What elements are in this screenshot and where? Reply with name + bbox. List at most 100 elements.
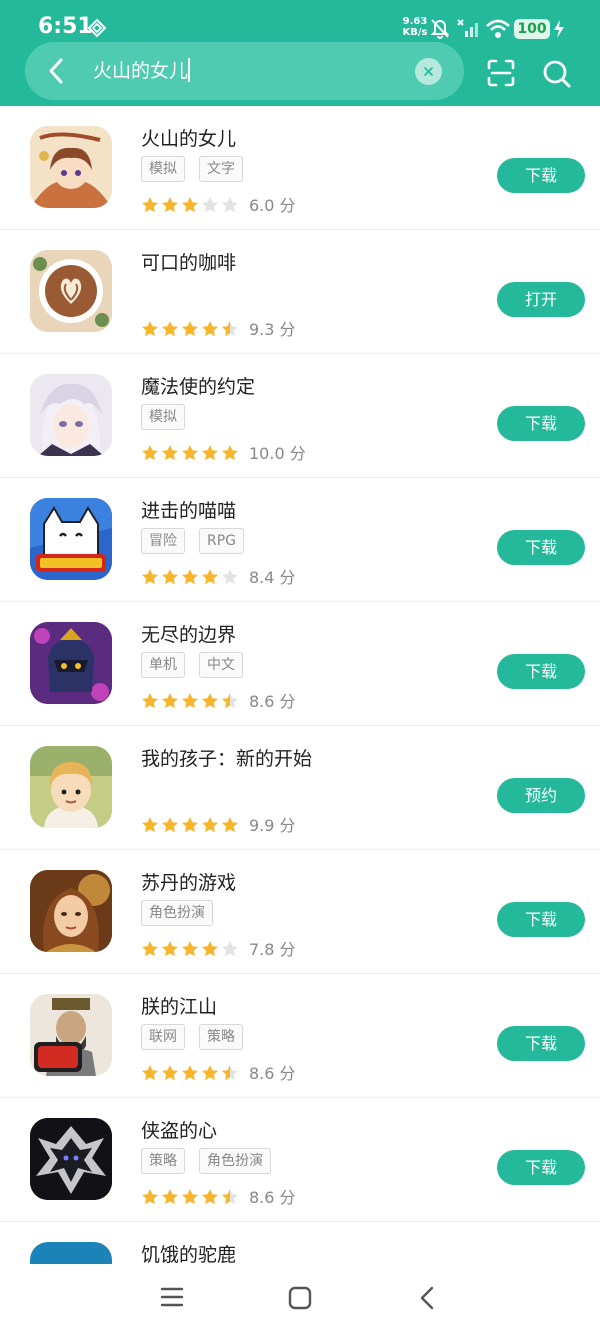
list-item[interactable]: 朕的江山 联网 策略 8.6 分 下载 — [0, 974, 600, 1098]
star-rating — [141, 938, 241, 958]
vpn-icon — [87, 18, 107, 38]
wifi-icon — [486, 19, 510, 38]
tag: 角色扮演 — [199, 1148, 271, 1174]
list-item[interactable]: 我的孩子：新的开始 9.9 分 预约 — [0, 726, 600, 850]
download-button[interactable]: 下载 — [497, 654, 585, 689]
list-item[interactable]: 侠盗的心 策略 角色扮演 8.6 分 下载 — [0, 1098, 600, 1222]
download-button[interactable]: 下载 — [497, 158, 585, 193]
list-item[interactable]: 无尽的边界 单机 中文 8.6 分 下载 — [0, 602, 600, 726]
tag: RPG — [199, 528, 245, 554]
download-button[interactable]: 下载 — [497, 1150, 585, 1185]
list-item[interactable]: 火山的女儿 模拟 文字 6.0 分 下载 — [0, 106, 600, 230]
net-speed-unit: KB/s — [402, 27, 428, 38]
tag-list: 冒险 RPG — [141, 528, 258, 554]
app-icon[interactable] — [30, 1118, 112, 1200]
app-icon[interactable] — [30, 622, 112, 704]
score: 7.8 分 — [249, 940, 296, 959]
star-icon — [182, 444, 198, 461]
list-item[interactable]: 饥饿的驼鹿 — [0, 1222, 600, 1264]
text-cursor — [188, 58, 190, 82]
app-name[interactable]: 朕的江山 — [141, 992, 217, 1019]
star-icon — [182, 1064, 198, 1081]
list-item[interactable]: 苏丹的游戏 角色扮演 7.8 分 下载 — [0, 850, 600, 974]
tag-list: 角色扮演 — [141, 900, 227, 926]
search-bar[interactable] — [25, 42, 464, 100]
star-icon — [222, 444, 238, 461]
app-name[interactable]: 苏丹的游戏 — [141, 868, 236, 895]
star-rating — [141, 1062, 241, 1082]
star-icon — [202, 1064, 218, 1081]
rating: 9.9 分 — [141, 812, 296, 835]
scan-icon[interactable] — [486, 58, 516, 88]
app-name[interactable]: 进击的喵喵 — [141, 496, 236, 523]
tag: 模拟 — [141, 156, 185, 182]
app-name[interactable]: 火山的女儿 — [141, 124, 236, 151]
star-icon — [222, 1188, 238, 1205]
tag-list: 单机 中文 — [141, 652, 257, 678]
home-icon[interactable] — [288, 1286, 312, 1310]
reserve-button[interactable]: 预约 — [497, 778, 585, 813]
star-icon — [142, 940, 158, 957]
list-item[interactable]: 进击的喵喵 冒险 RPG 8.4 分 下载 — [0, 478, 600, 602]
star-icon — [222, 816, 238, 833]
app-name[interactable]: 魔法使的约定 — [141, 372, 255, 399]
clear-icon[interactable] — [415, 58, 442, 85]
star-rating — [141, 194, 241, 214]
rating: 8.6 分 — [141, 688, 296, 711]
list-item[interactable]: 可口的咖啡 9.3 分 打开 — [0, 230, 600, 354]
rating: 7.8 分 — [141, 936, 296, 959]
star-icon — [162, 940, 178, 957]
star-icon — [142, 320, 158, 337]
download-button[interactable]: 下载 — [497, 1026, 585, 1061]
list-item[interactable]: 魔法使的约定 模拟 10.0 分 下载 — [0, 354, 600, 478]
app-icon[interactable] — [30, 994, 112, 1076]
search-input[interactable]: 火山的女儿 — [93, 56, 188, 83]
star-icon — [142, 692, 158, 709]
system-nav-bar — [0, 1264, 600, 1333]
tag: 文字 — [199, 156, 243, 182]
star-icon — [142, 444, 158, 461]
star-icon — [162, 1188, 178, 1205]
star-icon — [202, 816, 218, 833]
star-icon — [222, 320, 238, 337]
star-icon — [162, 568, 178, 585]
app-icon[interactable] — [30, 250, 112, 332]
star-icon — [202, 320, 218, 337]
app-name[interactable]: 侠盗的心 — [141, 1116, 217, 1143]
app-icon[interactable] — [30, 870, 112, 952]
tag-list: 策略 角色扮演 — [141, 1148, 285, 1174]
tag: 角色扮演 — [141, 900, 213, 926]
search-icon[interactable] — [542, 59, 572, 89]
star-icon — [162, 816, 178, 833]
star-icon — [182, 692, 198, 709]
back-icon[interactable] — [418, 1286, 438, 1310]
star-icon — [202, 692, 218, 709]
app-name[interactable]: 我的孩子：新的开始 — [141, 744, 312, 771]
download-button[interactable]: 下载 — [497, 902, 585, 937]
rating: 9.3 分 — [141, 316, 296, 339]
app-icon[interactable] — [30, 746, 112, 828]
app-icon[interactable] — [30, 1242, 112, 1264]
status-bar: 6:51 9.63 KB/s 100 — [0, 0, 600, 44]
rating: 10.0 分 — [141, 440, 306, 463]
download-button[interactable]: 下载 — [497, 530, 585, 565]
download-button[interactable]: 下载 — [497, 406, 585, 441]
app-icon[interactable] — [30, 498, 112, 580]
back-arrow-icon[interactable] — [45, 57, 67, 85]
app-icon[interactable] — [30, 126, 112, 208]
star-icon — [182, 940, 198, 957]
app-name[interactable]: 无尽的边界 — [141, 620, 236, 647]
search-results-list[interactable]: 火山的女儿 模拟 文字 6.0 分 下载 可口的咖啡 9.3 分 打开 魔法使的… — [0, 106, 600, 1264]
star-rating — [141, 318, 241, 338]
score: 9.9 分 — [249, 816, 296, 835]
app-icon[interactable] — [30, 374, 112, 456]
rating: 8.6 分 — [141, 1060, 296, 1083]
tag: 策略 — [141, 1148, 185, 1174]
star-rating — [141, 1186, 241, 1206]
score: 8.6 分 — [249, 1188, 296, 1207]
menu-icon[interactable] — [160, 1286, 184, 1308]
app-name[interactable]: 饥饿的驼鹿 — [141, 1240, 236, 1264]
app-name[interactable]: 可口的咖啡 — [141, 248, 236, 275]
open-button[interactable]: 打开 — [497, 282, 585, 317]
star-icon — [162, 692, 178, 709]
